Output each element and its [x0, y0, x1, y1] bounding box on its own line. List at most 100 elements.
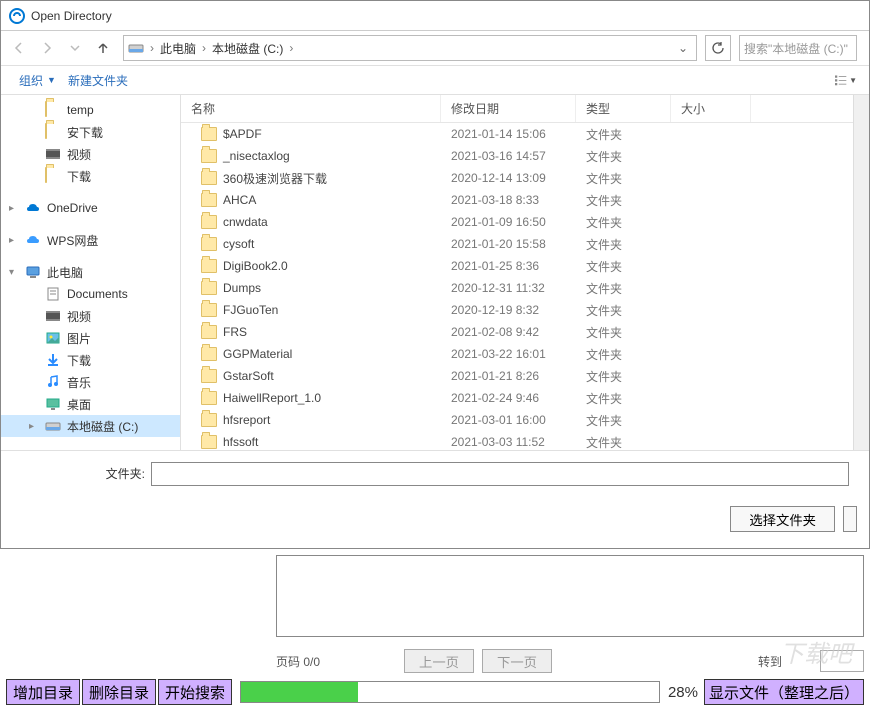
- file-row[interactable]: $APDF2021-01-14 15:06文件夹: [181, 123, 853, 145]
- nav-recent-button[interactable]: [63, 36, 87, 60]
- file-type: 文件夹: [576, 346, 671, 363]
- sidebar-item[interactable]: 下载: [1, 349, 180, 371]
- breadcrumb-segment[interactable]: 此电脑: [156, 40, 200, 57]
- new-folder-button[interactable]: 新建文件夹: [62, 68, 134, 93]
- sidebar-item[interactable]: 下载: [1, 165, 180, 187]
- col-size[interactable]: 大小: [671, 95, 751, 122]
- prev-page-button[interactable]: 上一页: [404, 649, 474, 673]
- nav-up-button[interactable]: [91, 36, 115, 60]
- file-type: 文件夹: [576, 148, 671, 165]
- folder-icon: [201, 325, 217, 339]
- col-name[interactable]: 名称: [181, 95, 441, 122]
- nav-forward-button[interactable]: [35, 36, 59, 60]
- col-type[interactable]: 类型: [576, 95, 671, 122]
- show-files-button[interactable]: 显示文件（整理之后）: [704, 679, 864, 705]
- file-row[interactable]: _nisectaxlog2021-03-16 14:57文件夹: [181, 145, 853, 167]
- nav-row: › 此电脑 › 本地磁盘 (C:) › ⌄ 搜索"本地磁盘 (C:)": [1, 31, 869, 65]
- breadcrumb[interactable]: › 此电脑 › 本地磁盘 (C:) › ⌄: [123, 35, 697, 61]
- toolbar: 组织 ▼ 新建文件夹 ▼: [1, 65, 869, 95]
- sidebar-item[interactable]: 音乐: [1, 371, 180, 393]
- chevron-down-icon: ▾: [9, 267, 14, 278]
- file-name: FRS: [223, 325, 247, 339]
- titlebar: Open Directory: [1, 1, 869, 31]
- breadcrumb-dropdown-icon[interactable]: ⌄: [674, 41, 692, 55]
- select-folder-button[interactable]: 选择文件夹: [730, 506, 835, 532]
- preview-box: [276, 555, 864, 637]
- video-icon: [45, 146, 61, 162]
- file-type: 文件夹: [576, 170, 671, 187]
- progress-bar: [240, 681, 660, 703]
- sidebar-item[interactable]: 安下载: [1, 121, 180, 143]
- sidebar-item[interactable]: 视频: [1, 305, 180, 327]
- file-row[interactable]: 360极速浏览器下载2020-12-14 13:09文件夹: [181, 167, 853, 189]
- file-date: 2020-12-19 8:32: [441, 303, 576, 317]
- file-type: 文件夹: [576, 258, 671, 275]
- preview-left: [6, 555, 268, 645]
- next-page-button[interactable]: 下一页: [482, 649, 552, 673]
- file-row[interactable]: FRS2021-02-08 9:42文件夹: [181, 321, 853, 343]
- file-row[interactable]: DigiBook2.02021-01-25 8:36文件夹: [181, 255, 853, 277]
- sidebar-item[interactable]: 视频: [1, 143, 180, 165]
- file-date: 2021-01-25 8:36: [441, 259, 576, 273]
- progress-fill: [241, 682, 358, 702]
- filename-row: 文件夹:: [1, 450, 869, 496]
- file-name: $APDF: [223, 127, 262, 141]
- cancel-button[interactable]: [843, 506, 857, 532]
- sidebar-item[interactable]: ▸OneDrive: [1, 197, 180, 219]
- chevron-right-icon: ▸: [9, 203, 14, 214]
- sidebar-item-label: Documents: [67, 287, 128, 301]
- chevron-right-icon: ›: [148, 41, 156, 55]
- file-name: hfsreport: [223, 413, 270, 427]
- sidebar-item[interactable]: ▸本地磁盘 (C:): [1, 415, 180, 437]
- folder-icon: [201, 171, 217, 185]
- file-row[interactable]: Dumps2020-12-31 11:32文件夹: [181, 277, 853, 299]
- file-rows[interactable]: $APDF2021-01-14 15:06文件夹_nisectaxlog2021…: [181, 123, 853, 450]
- desktop-icon: [45, 396, 61, 412]
- folder-icon: [201, 149, 217, 163]
- file-date: 2021-02-24 9:46: [441, 391, 576, 405]
- file-row[interactable]: cysoft2021-01-20 15:58文件夹: [181, 233, 853, 255]
- start-search-button[interactable]: 开始搜索: [158, 679, 232, 705]
- nav-back-button[interactable]: [7, 36, 31, 60]
- file-row[interactable]: AHCA2021-03-18 8:33文件夹: [181, 189, 853, 211]
- open-directory-dialog: Open Directory › 此电脑 › 本地磁盘 (C:) › ⌄ 搜索"…: [0, 0, 870, 549]
- file-row[interactable]: FJGuoTen2020-12-19 8:32文件夹: [181, 299, 853, 321]
- sidebar-item[interactable]: 桌面: [1, 393, 180, 415]
- file-name: FJGuoTen: [223, 303, 278, 317]
- search-input[interactable]: 搜索"本地磁盘 (C:)": [739, 35, 857, 61]
- file-row[interactable]: hfssoft2021-03-03 11:52文件夹: [181, 431, 853, 450]
- folder-icon: [45, 102, 61, 118]
- window-title: Open Directory: [31, 9, 112, 23]
- file-name: GstarSoft: [223, 369, 274, 383]
- file-name: AHCA: [223, 193, 256, 207]
- goto-input[interactable]: [820, 650, 864, 672]
- sidebar[interactable]: temp安下载视频下载▸OneDrive▸WPS网盘▾此电脑Documents视…: [1, 95, 181, 450]
- col-date[interactable]: 修改日期: [441, 95, 576, 122]
- filename-input[interactable]: [151, 462, 849, 486]
- file-type: 文件夹: [576, 192, 671, 209]
- file-row[interactable]: hfsreport2021-03-01 16:00文件夹: [181, 409, 853, 431]
- view-options-button[interactable]: ▼: [835, 69, 857, 91]
- breadcrumb-segment[interactable]: 本地磁盘 (C:): [208, 40, 287, 57]
- file-row[interactable]: HaiwellReport_1.02021-02-24 9:46文件夹: [181, 387, 853, 409]
- file-row[interactable]: GGPMaterial2021-03-22 16:01文件夹: [181, 343, 853, 365]
- file-list: 名称 修改日期 类型 大小 $APDF2021-01-14 15:06文件夹_n…: [181, 95, 853, 450]
- folder-icon: [201, 281, 217, 295]
- scrollbar[interactable]: [853, 95, 869, 450]
- chevron-down-icon: ▼: [47, 75, 56, 85]
- refresh-button[interactable]: [705, 35, 731, 61]
- file-row[interactable]: GstarSoft2021-01-21 8:26文件夹: [181, 365, 853, 387]
- sidebar-item[interactable]: temp: [1, 99, 180, 121]
- goto-label: 转到: [758, 653, 812, 670]
- sidebar-item[interactable]: ▾此电脑: [1, 261, 180, 283]
- del-dir-button[interactable]: 删除目录: [82, 679, 156, 705]
- sidebar-item-label: 下载: [67, 168, 91, 185]
- sidebar-item[interactable]: ▸WPS网盘: [1, 229, 180, 251]
- file-row[interactable]: cnwdata2021-01-09 16:50文件夹: [181, 211, 853, 233]
- sidebar-item[interactable]: Documents: [1, 283, 180, 305]
- sidebar-item[interactable]: 图片: [1, 327, 180, 349]
- organize-menu[interactable]: 组织 ▼: [13, 68, 62, 93]
- onedrive-icon: [25, 200, 41, 216]
- page-label: 页码 0/0: [276, 653, 396, 670]
- add-dir-button[interactable]: 增加目录: [6, 679, 80, 705]
